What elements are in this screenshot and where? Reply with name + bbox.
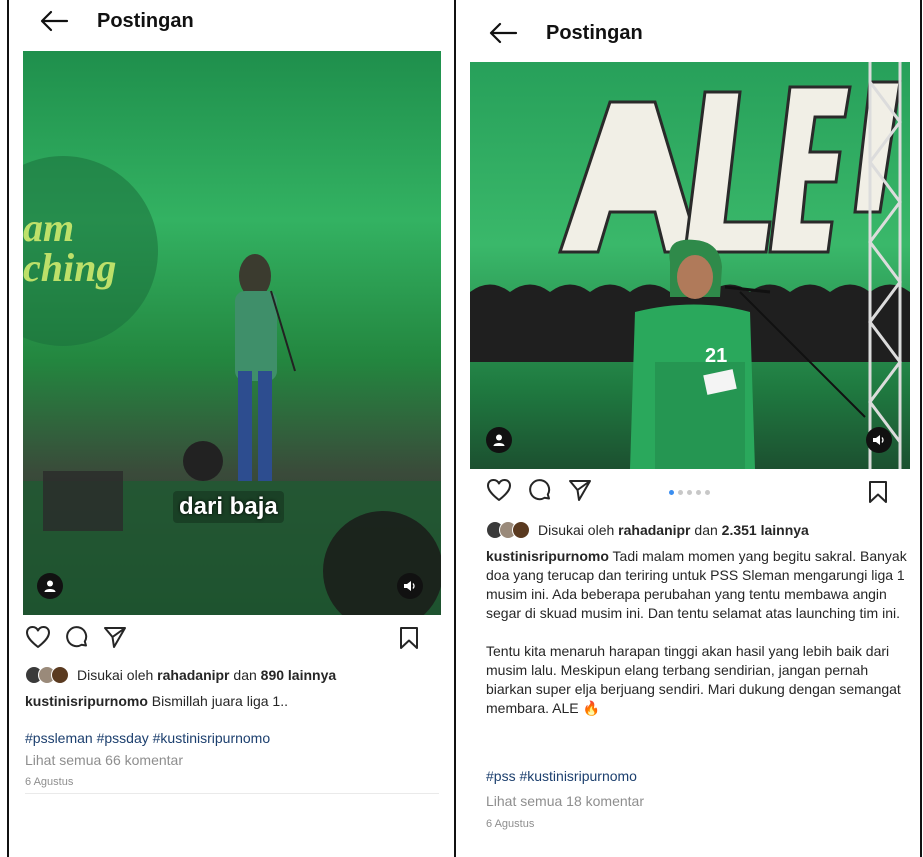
caption-paragraph: Tentu kita menaruh harapan tinggi akan h… (486, 643, 901, 716)
bookmark-icon[interactable] (868, 480, 888, 509)
likes-summary[interactable]: Disukai oleh rahadanipr dan 2.351 lainny… (486, 521, 809, 539)
post-video[interactable]: am ching dari baja (23, 51, 441, 615)
carousel-dot (669, 490, 674, 495)
likes-count[interactable]: 2.351 lainnya (722, 522, 809, 538)
liked-by-user[interactable]: rahadanipr (618, 522, 690, 538)
post-caption: kustinisripurnomo Bismillah juara liga 1… (25, 692, 445, 711)
likes-prefix: Disukai oleh (538, 522, 615, 538)
right-post-panel: Postingan 21 Disukai oleh rahadanipr dan… (456, 0, 920, 857)
caption-text: Bismillah juara liga 1.. (151, 693, 288, 709)
page-title: Postingan (97, 9, 194, 32)
likes-mid: dan (233, 667, 257, 683)
avatar (512, 521, 530, 539)
likes-mid: dan (694, 522, 718, 538)
svg-text:am: am (23, 205, 74, 250)
carousel-dot (678, 490, 683, 495)
back-arrow-icon[interactable] (488, 21, 518, 45)
liker-avatars (25, 666, 69, 684)
post-image[interactable]: 21 (470, 62, 910, 469)
back-arrow-icon[interactable] (39, 9, 69, 33)
carousel-dot (696, 490, 701, 495)
page-title: Postingan (546, 21, 643, 44)
comment-icon[interactable] (65, 625, 89, 654)
likes-prefix: Disukai oleh (77, 667, 154, 683)
svg-text:21: 21 (705, 345, 727, 367)
view-comments-link[interactable]: Lihat semua 18 komentar (486, 793, 644, 809)
liker-avatars (486, 521, 530, 539)
post-date: 6 Agustus (25, 776, 74, 788)
caption-paragraph: kustinisripurnomo Tadi malam momen yang … (486, 547, 916, 623)
right-header: Postingan (488, 21, 643, 45)
post-date: 6 Agustus (486, 818, 535, 830)
video-subtitle: dari baja (173, 491, 284, 523)
user-tag-icon[interactable] (37, 573, 63, 599)
post-hashtags[interactable]: #pss #kustinisripurnomo (486, 768, 637, 784)
likes-summary[interactable]: Disukai oleh rahadanipr dan 890 lainnya (25, 666, 336, 684)
caption-username[interactable]: kustinisripurnomo (486, 548, 609, 564)
comment-icon[interactable] (528, 478, 552, 507)
liked-by-user[interactable]: rahadanipr (157, 667, 229, 683)
likes-count[interactable]: 890 lainnya (261, 667, 337, 683)
left-header: Postingan (39, 9, 194, 33)
carousel-indicator (669, 490, 710, 495)
bookmark-icon[interactable] (399, 626, 419, 655)
svg-text:ching: ching (23, 245, 116, 290)
caption-username[interactable]: kustinisripurnomo (25, 693, 148, 709)
share-icon[interactable] (568, 478, 592, 507)
left-post-panel: Postingan am ching dari baja Disukai ole… (9, 0, 454, 857)
avatar (51, 666, 69, 684)
carousel-dot (687, 490, 692, 495)
separator (25, 793, 439, 794)
heart-icon[interactable] (486, 478, 512, 507)
view-comments-link[interactable]: Lihat semua 66 komentar (25, 752, 183, 768)
volume-icon[interactable] (866, 427, 892, 453)
post-hashtags[interactable]: #pssleman #pssday #kustinisripurnomo (25, 730, 270, 746)
volume-icon[interactable] (397, 573, 423, 599)
share-icon[interactable] (103, 625, 127, 654)
carousel-dot (705, 490, 710, 495)
heart-icon[interactable] (25, 625, 51, 654)
post-caption: kustinisripurnomo Tadi malam momen yang … (486, 547, 916, 718)
user-tag-icon[interactable] (486, 427, 512, 453)
